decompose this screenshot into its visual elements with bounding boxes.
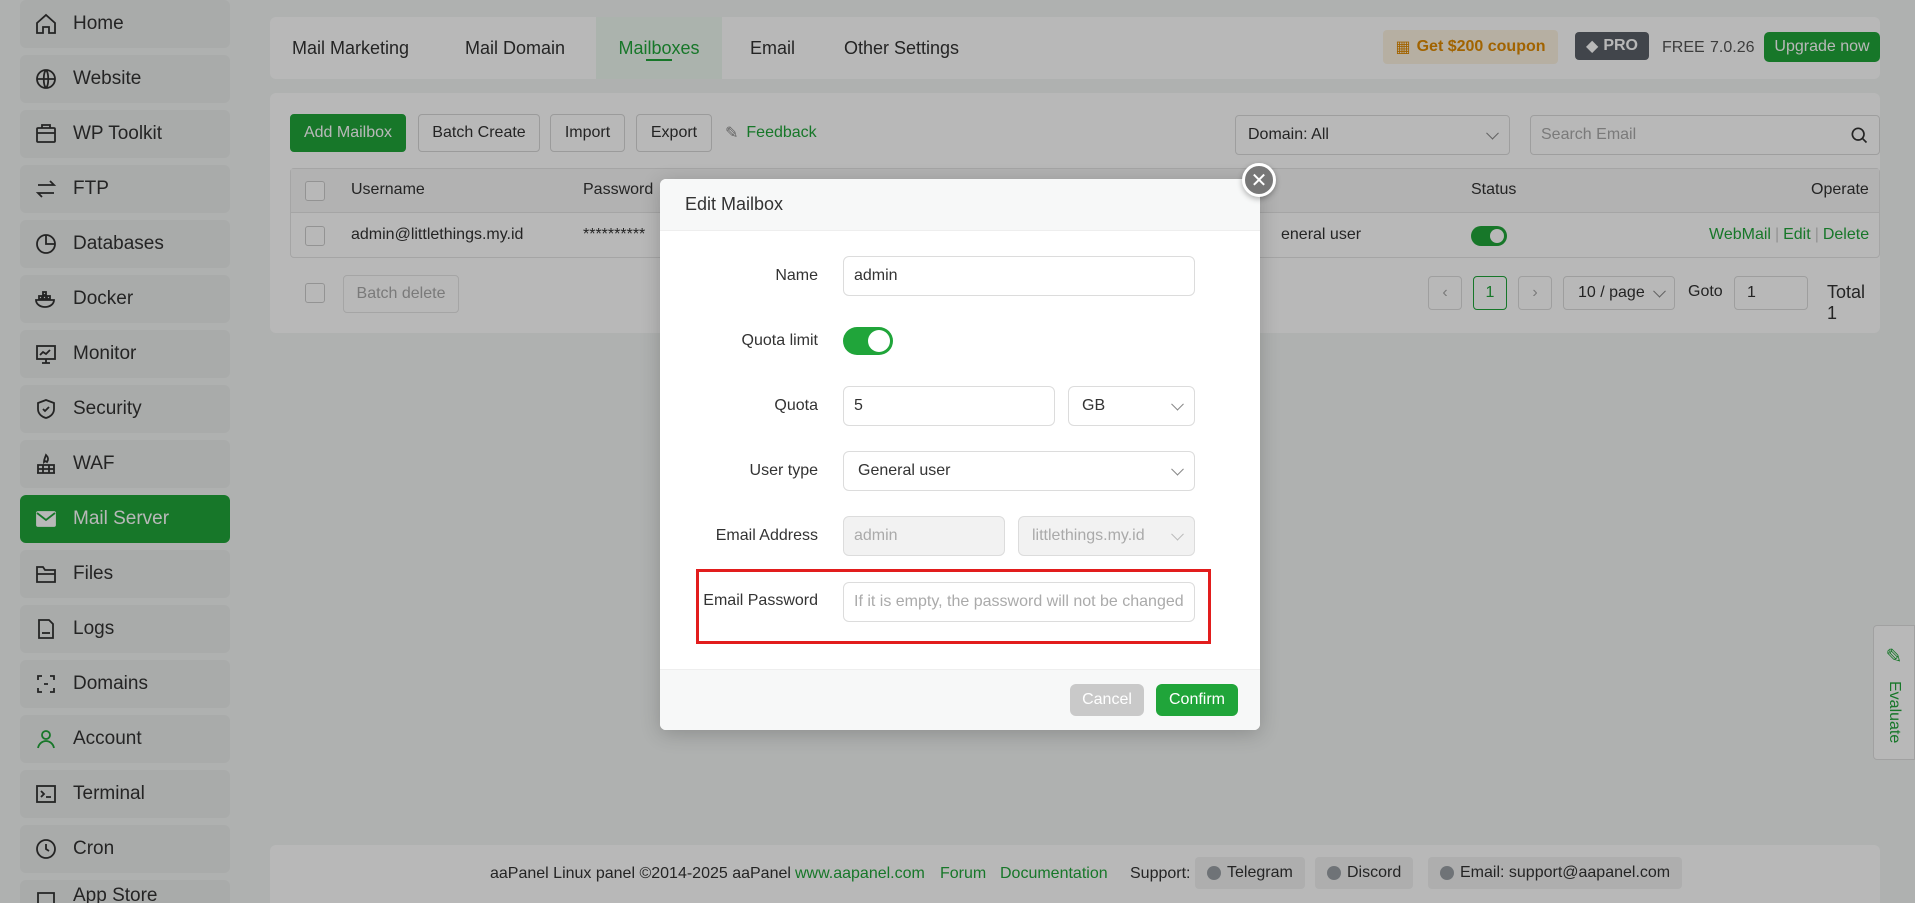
name-value: admin — [854, 267, 898, 284]
confirm-button[interactable]: Confirm — [1156, 684, 1238, 716]
user-type-select[interactable]: General user — [843, 451, 1195, 491]
quota-limit-label: Quota limit — [741, 332, 818, 349]
chevron-down-icon — [1171, 462, 1184, 476]
user-type-label: User type — [749, 462, 818, 479]
name-input[interactable]: admin — [843, 256, 1195, 296]
email-password-placeholder: If it is empty, the password will not be… — [854, 593, 1184, 610]
chevron-down-icon — [1171, 397, 1184, 411]
quota-label: Quota — [774, 397, 818, 414]
email-address-label: Email Address — [715, 527, 818, 544]
name-label: Name — [775, 267, 818, 284]
chevron-down-icon — [1171, 527, 1184, 541]
button-label: Confirm — [1168, 691, 1225, 708]
dialog-header: Edit Mailbox — [660, 179, 1260, 231]
email-domain-select[interactable]: littlethings.my.id — [1018, 516, 1195, 556]
user-type-value: General user — [858, 462, 951, 479]
button-label: Cancel — [1082, 691, 1132, 708]
quota-unit-select[interactable]: GB — [1068, 386, 1195, 426]
close-dialog-button[interactable]: ✕ — [1242, 163, 1276, 197]
email-password-label: Email Password — [703, 592, 818, 609]
dialog-title: Edit Mailbox — [685, 194, 784, 214]
quota-value: 5 — [854, 397, 863, 414]
quota-limit-toggle[interactable] — [843, 327, 893, 355]
email-domain-value: littlethings.my.id — [1032, 527, 1145, 544]
email-password-input[interactable]: If it is empty, the password will not be… — [843, 582, 1195, 622]
quota-input[interactable]: 5 — [843, 386, 1055, 426]
close-icon: ✕ — [1250, 169, 1268, 192]
email-local-value: admin — [854, 527, 898, 544]
cancel-button[interactable]: Cancel — [1070, 684, 1144, 716]
dialog-footer: Cancel Confirm — [660, 669, 1260, 730]
quota-unit-value: GB — [1082, 397, 1106, 414]
email-local-input[interactable]: admin — [843, 516, 1005, 556]
edit-mailbox-dialog: Edit Mailbox Name admin Quota limit Quot… — [660, 179, 1260, 730]
